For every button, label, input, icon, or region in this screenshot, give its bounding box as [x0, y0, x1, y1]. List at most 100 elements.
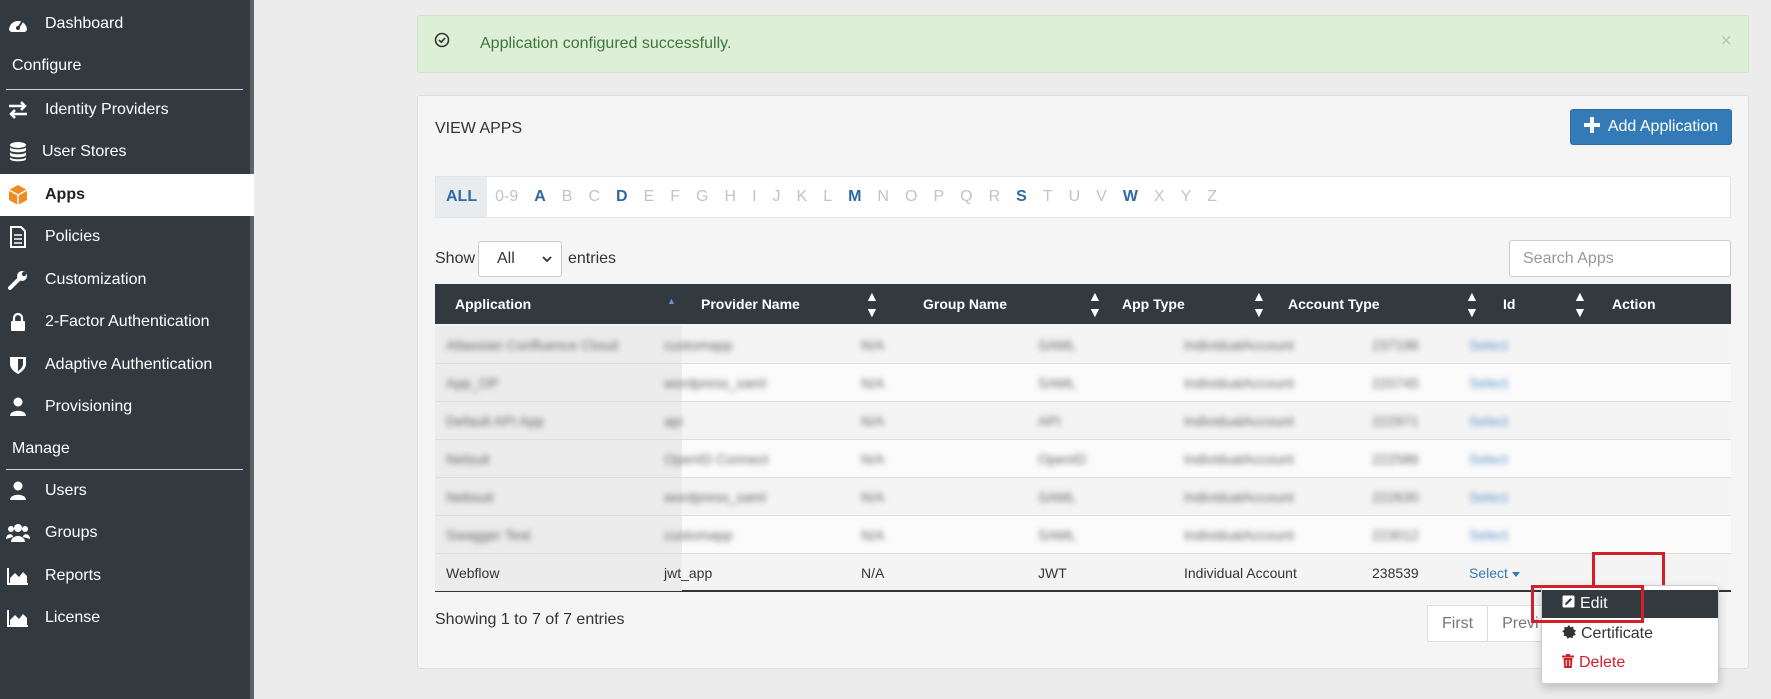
alphabet-filter-k[interactable]: K	[789, 177, 816, 217]
alphabet-filter-i[interactable]: I	[744, 177, 764, 217]
menu-item-certificate[interactable]: Certificate	[1542, 620, 1718, 648]
search-apps-input[interactable]	[1509, 240, 1731, 277]
sidebar-item-label: 2-Factor Authentication	[45, 313, 210, 330]
close-icon[interactable]: ×	[1720, 30, 1732, 53]
sidebar-item-provisioning[interactable]: Provisioning	[0, 386, 254, 428]
select-action-button[interactable]: Select	[1469, 337, 1508, 353]
menu-item-delete[interactable]: Delete	[1542, 649, 1718, 677]
sidebar-item-2fa[interactable]: 2-Factor Authentication	[0, 301, 254, 343]
exchange-icon	[6, 99, 30, 121]
success-alert: Application configured successfully. ×	[417, 15, 1749, 73]
table-cell: 237196	[1372, 337, 1419, 353]
alphabet-filter-o[interactable]: O	[897, 177, 925, 217]
alphabet-filter-j[interactable]: J	[765, 177, 789, 217]
sidebar-item-customization[interactable]: Customization	[0, 259, 254, 301]
alphabet-filter-u[interactable]: U	[1061, 177, 1089, 217]
entries-select-value: All	[497, 250, 515, 267]
cell-id: 238539	[1372, 565, 1419, 581]
sidebar-item-label: Adaptive Authentication	[45, 356, 213, 373]
sidebar-item-reports[interactable]: Reports	[0, 555, 254, 597]
select-action-button[interactable]: Select	[1469, 451, 1508, 467]
table-header: Application ▲ Provider Name ▲ ▼ Group Nam…	[435, 284, 1731, 324]
alphabet-filter-m[interactable]: M	[840, 177, 869, 217]
table-cell: OpenID Connect	[664, 451, 769, 467]
select-action-button[interactable]: Select	[1469, 375, 1508, 391]
column-header-id[interactable]: Id	[1503, 284, 1515, 324]
table-row: Swagger Test customapp N/A SAML IndividualAc…	[435, 516, 1731, 554]
table-cell: N/A	[861, 375, 885, 391]
column-header-account-type[interactable]: Account Type	[1288, 284, 1380, 324]
alphabet-filter-t[interactable]: T	[1035, 177, 1061, 217]
table-cell: SAML	[1038, 375, 1077, 391]
select-action-button[interactable]: Select	[1469, 527, 1508, 543]
sidebar-item-user-stores[interactable]: User Stores	[0, 131, 254, 173]
column-header-app-type[interactable]: App Type	[1122, 284, 1185, 324]
column-header-provider-name[interactable]: Provider Name	[701, 284, 800, 324]
chevron-down-icon	[541, 252, 553, 270]
plus-icon	[1583, 116, 1600, 138]
select-action-button[interactable]: Select	[1469, 413, 1508, 429]
alphabet-filter-h[interactable]: H	[717, 177, 745, 217]
alphabet-filter-b[interactable]: B	[554, 177, 581, 217]
entries-select[interactable]: All	[478, 241, 562, 277]
alphabet-filter-0-9[interactable]: 0-9	[487, 177, 526, 217]
sidebar-item-apps[interactable]: Apps	[0, 174, 254, 216]
table-cell: N/A	[861, 337, 885, 353]
user-icon	[6, 396, 30, 418]
alphabet-filter-d[interactable]: D	[608, 177, 636, 217]
sort-asc-icon: ▲	[667, 296, 676, 306]
table-row: Atlassian Confluence Cloud customapp N/A SA…	[435, 326, 1731, 364]
alphabet-filter-p[interactable]: P	[925, 177, 952, 217]
table-cell: customapp	[664, 337, 733, 353]
sidebar-item-label: Identity Providers	[45, 101, 169, 118]
table-cell: SAML	[1038, 527, 1077, 543]
alphabet-filter-q[interactable]: Q	[952, 177, 980, 217]
table-cell: wordpress_saml	[664, 489, 766, 505]
pagination-first-button[interactable]: First	[1427, 605, 1489, 642]
alphabet-filter-r[interactable]: R	[981, 177, 1009, 217]
alphabet-filter-s[interactable]: S	[1008, 177, 1035, 217]
cell-provider: jwt_app	[664, 565, 713, 581]
sort-icon: ▲ ▼	[1573, 288, 1587, 320]
column-header-group-name[interactable]: Group Name	[923, 284, 1007, 324]
section-manage: Manage	[12, 440, 70, 457]
sidebar-item-license[interactable]: License	[0, 597, 254, 639]
sort-icon: ▲ ▼	[1465, 288, 1479, 320]
sidebar-item-dashboard[interactable]: Dashboard	[0, 3, 254, 45]
sidebar-item-identity-providers[interactable]: Identity Providers	[0, 89, 254, 131]
table-cell: N/A	[861, 413, 885, 429]
add-application-button[interactable]: Add Application	[1570, 109, 1732, 145]
alphabet-filter-y[interactable]: Y	[1173, 177, 1200, 217]
caret-down-icon	[1511, 571, 1520, 577]
alphabet-filter-f[interactable]: F	[662, 177, 688, 217]
section-configure: Configure	[12, 57, 82, 74]
alphabet-filter-n[interactable]: N	[869, 177, 897, 217]
trash-icon	[1562, 653, 1574, 673]
sidebar-item-groups[interactable]: Groups	[0, 512, 254, 554]
sidebar-item-policies[interactable]: Policies	[0, 216, 254, 258]
sidebar-item-adaptive-auth[interactable]: Adaptive Authentication	[0, 344, 254, 386]
alphabet-filter-e[interactable]: E	[636, 177, 663, 217]
alphabet-filter-v[interactable]: V	[1088, 177, 1115, 217]
table-cell: N/A	[861, 451, 885, 467]
alphabet-filter-l[interactable]: L	[815, 177, 840, 217]
sidebar-item-users[interactable]: Users	[0, 470, 254, 512]
table-cell: wordpress_saml	[664, 375, 766, 391]
select-action-button[interactable]: Select	[1469, 565, 1520, 581]
column-header-application[interactable]: Application	[455, 284, 531, 324]
highlight-select-box	[1592, 552, 1665, 588]
document-icon	[6, 226, 30, 248]
alphabet-filter-a[interactable]: A	[526, 177, 554, 217]
table-cell: Netsuit	[446, 451, 490, 467]
alphabet-filter-all[interactable]: ALL	[436, 177, 488, 217]
alphabet-filter-z[interactable]: Z	[1199, 177, 1225, 217]
table-cell: 222586	[1372, 451, 1419, 467]
alphabet-filter-c[interactable]: C	[580, 177, 608, 217]
certificate-icon	[1562, 624, 1576, 644]
alphabet-filter-w[interactable]: W	[1115, 177, 1146, 217]
table-cell: IndividualAccount	[1184, 451, 1294, 467]
alphabet-filter-x[interactable]: X	[1146, 177, 1173, 217]
check-circle-icon	[434, 32, 450, 53]
alphabet-filter-g[interactable]: G	[688, 177, 716, 217]
select-action-button[interactable]: Select	[1469, 489, 1508, 505]
